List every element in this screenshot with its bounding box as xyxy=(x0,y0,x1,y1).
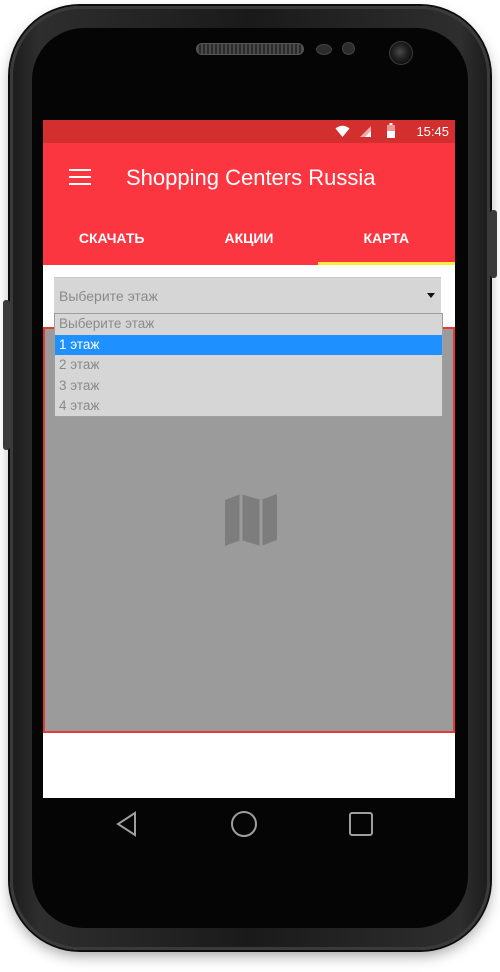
power-button xyxy=(490,210,497,278)
floor-option-1[interactable]: 1 этаж xyxy=(55,334,442,355)
back-icon[interactable] xyxy=(113,810,141,838)
app-bar: Shopping Centers Russia СКАЧАТЬ АКЦИИ КА… xyxy=(43,143,455,265)
recents-icon[interactable] xyxy=(347,810,375,838)
screen: 15:45 Shopping Centers Russia СКАЧАТЬ АК… xyxy=(43,120,455,798)
battery-icon xyxy=(387,123,395,138)
floor-option-4[interactable]: 4 этаж xyxy=(55,396,442,417)
light-sensor xyxy=(342,42,355,55)
tab-bar: СКАЧАТЬ АКЦИИ КАРТА xyxy=(43,211,455,265)
wifi-icon xyxy=(335,125,350,137)
proximity-sensor xyxy=(316,44,332,55)
floor-option-2[interactable]: 2 этаж xyxy=(55,355,442,376)
app-title: Shopping Centers Russia xyxy=(126,165,376,190)
floor-dropdown-list: Выберите этаж 1 этаж 2 этаж 3 этаж 4 эта… xyxy=(54,313,443,417)
map-icon xyxy=(225,494,277,546)
home-icon[interactable] xyxy=(230,810,258,838)
earpiece-speaker xyxy=(196,43,304,55)
tab-promotions[interactable]: АКЦИИ xyxy=(180,211,317,265)
floor-select[interactable]: Выберите этаж xyxy=(54,277,441,313)
tab-map[interactable]: КАРТА xyxy=(317,211,455,265)
signal-icon xyxy=(360,126,371,137)
front-camera xyxy=(389,41,413,65)
floor-select-value: Выберите этаж xyxy=(59,288,158,304)
floor-option-3[interactable]: 3 этаж xyxy=(55,376,442,397)
status-bar: 15:45 xyxy=(43,120,455,143)
menu-icon[interactable] xyxy=(69,169,93,189)
tab-download[interactable]: СКАЧАТЬ xyxy=(43,211,180,265)
volume-button xyxy=(3,300,10,450)
chevron-down-icon xyxy=(427,293,435,298)
status-time: 15:45 xyxy=(416,124,449,139)
system-nav-bar xyxy=(43,798,455,852)
floor-option-placeholder[interactable]: Выберите этаж xyxy=(55,314,442,335)
